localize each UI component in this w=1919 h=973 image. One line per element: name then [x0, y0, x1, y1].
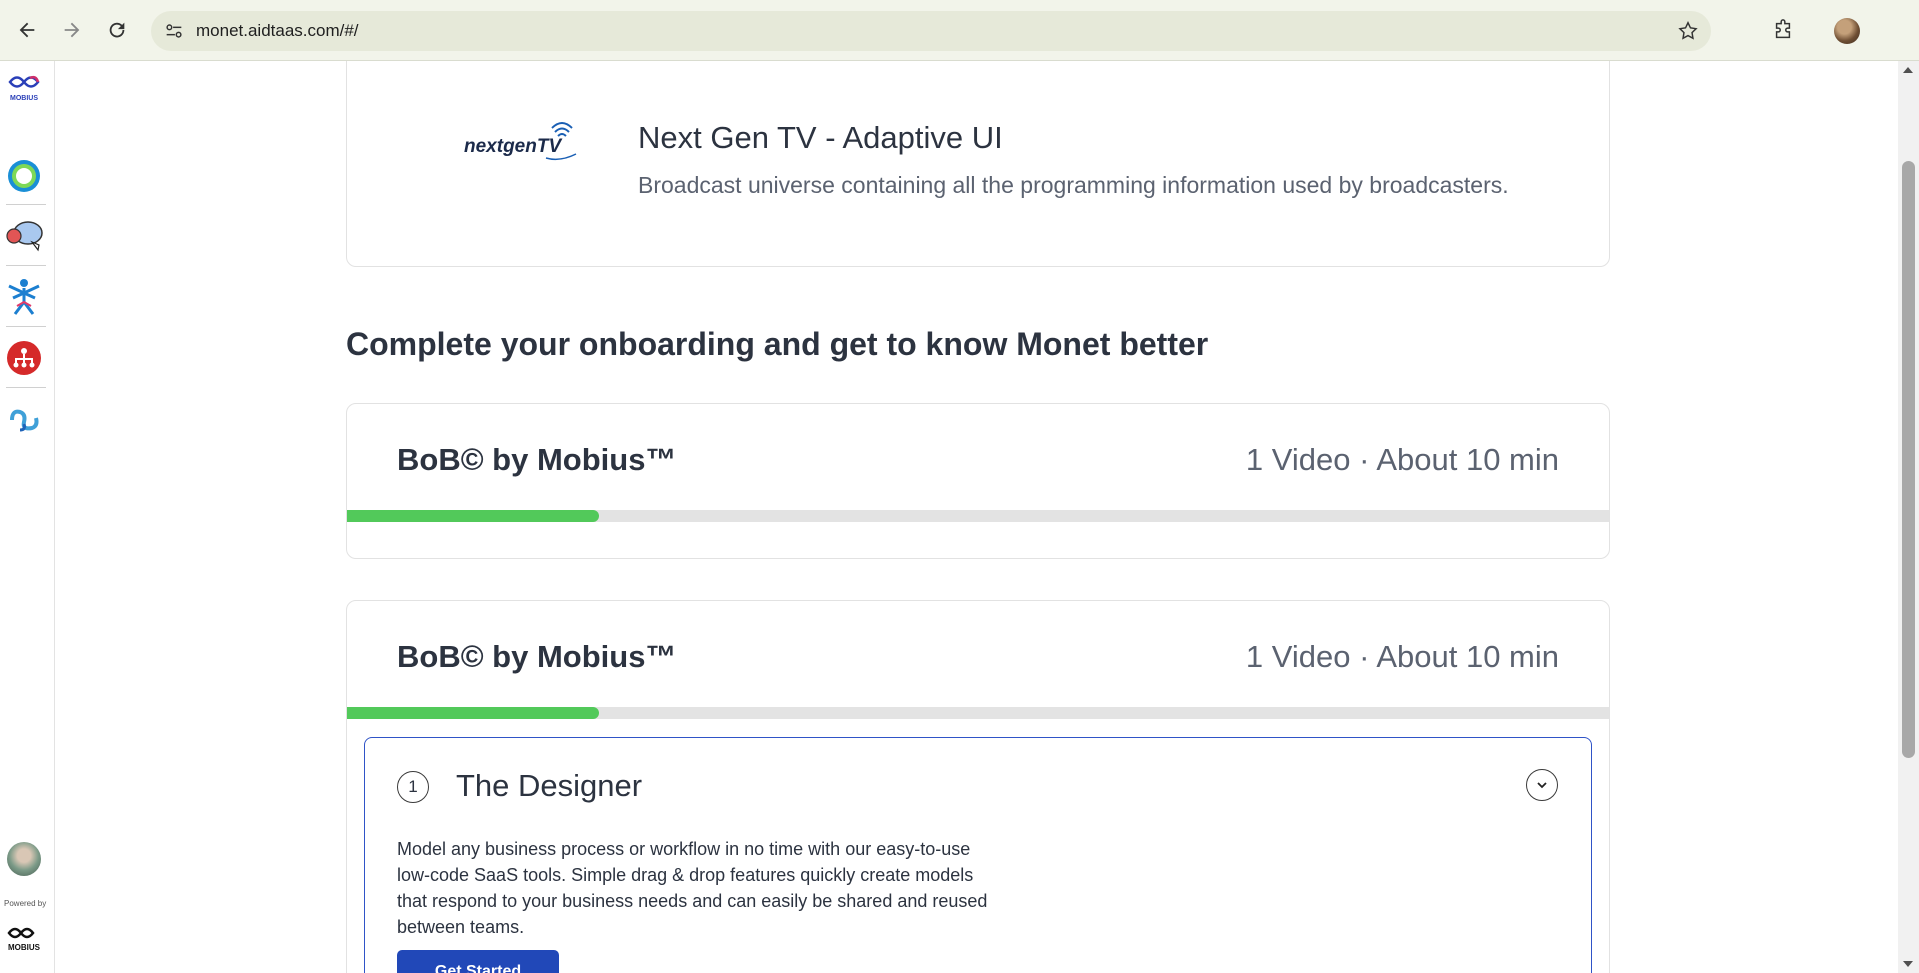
- sidebar-app-loop[interactable]: [4, 398, 44, 438]
- chat-bubbles-icon: [6, 221, 43, 252]
- page-scrollbar[interactable]: [1898, 61, 1919, 973]
- mobius-mark-icon: [7, 927, 35, 939]
- user-avatar[interactable]: [4, 839, 44, 879]
- site-settings-icon[interactable]: [163, 20, 185, 42]
- nextgentv-logo: nextgenTV: [464, 122, 577, 161]
- mobius-footer-text: MOBIUS: [8, 943, 40, 952]
- sidebar-divider: [6, 204, 46, 205]
- course-progress-bar: [347, 707, 1609, 719]
- forward-arrow-icon: [64, 22, 80, 38]
- powered-by-label: Powered by: [4, 899, 47, 908]
- url-text[interactable]: monet.aidtaas.com/#/: [196, 21, 359, 41]
- course-progress-fill: [347, 707, 600, 719]
- forward-button[interactable]: [56, 14, 88, 46]
- course-meta: 1 Video · About 10 min: [1245, 639, 1559, 674]
- featured-title[interactable]: Next Gen TV - Adaptive UI: [638, 120, 1003, 156]
- featured-app-card[interactable]: nextgenTV Next Gen TV - Adaptive UI Broa…: [346, 61, 1610, 267]
- address-bar[interactable]: monet.aidtaas.com/#/: [151, 11, 1711, 51]
- browser-toolbar: monet.aidtaas.com/#/: [0, 0, 1919, 61]
- scroll-up-arrow[interactable]: [1903, 67, 1913, 73]
- scroll-down-arrow[interactable]: [1903, 961, 1913, 967]
- lesson-panel: 1 The Designer Model any business proces…: [364, 737, 1592, 973]
- featured-description: Broadcast universe containing all the pr…: [638, 172, 1509, 198]
- sidebar-divider: [6, 265, 46, 266]
- sidebar-app-ring[interactable]: [4, 156, 44, 196]
- sidebar-app-network[interactable]: [4, 338, 44, 378]
- vitruvian-figure-icon: [8, 279, 40, 315]
- mobius-logo-icon: MOBIUS: [8, 75, 40, 102]
- user-avatar-image: [7, 842, 41, 876]
- course-title: BoB© by Mobius™: [397, 639, 677, 674]
- course-progress-fill: [347, 510, 600, 522]
- sidebar-app-chat[interactable]: [4, 216, 44, 256]
- mobius-home-logo[interactable]: MOBIUS: [4, 67, 44, 107]
- lesson-number-badge: 1: [397, 771, 429, 803]
- svg-text:nextgenTV: nextgenTV: [464, 136, 562, 157]
- main-content: nextgenTV Next Gen TV - Adaptive UI Broa…: [55, 61, 1898, 973]
- mobius-footer-logo: MOBIUS: [4, 923, 44, 952]
- lesson-collapse-button[interactable]: [1526, 769, 1558, 801]
- network-node-icon: [7, 341, 41, 375]
- onboarding-heading: Complete your onboarding and get to know…: [346, 326, 1209, 362]
- course-card[interactable]: BoB© by Mobius™ 1 Video · About 10 min: [346, 403, 1610, 559]
- back-arrow-icon: [19, 22, 35, 38]
- loop-logo-icon: [10, 409, 39, 432]
- app-sidebar: MOBIUS Powered by MOBIUS: [0, 61, 55, 973]
- course-progress-bar: [347, 510, 1609, 522]
- back-button[interactable]: [11, 14, 43, 46]
- profile-avatar[interactable]: [1834, 18, 1860, 44]
- extensions-button[interactable]: [1767, 14, 1799, 46]
- svg-text:MOBIUS: MOBIUS: [10, 95, 38, 102]
- lesson-description: Model any business process or workflow i…: [397, 839, 988, 937]
- chevron-down-icon: [1537, 782, 1547, 789]
- course-meta: 1 Video · About 10 min: [1245, 442, 1559, 477]
- puzzle-icon: [1775, 19, 1791, 39]
- get-started-button[interactable]: Get Started: [397, 950, 559, 973]
- course-title: BoB© by Mobius™: [397, 442, 677, 477]
- bookmark-star-icon[interactable]: [1677, 20, 1699, 42]
- ring-app-icon: [8, 160, 40, 192]
- sidebar-app-figure[interactable]: [4, 276, 44, 316]
- sidebar-divider: [6, 387, 46, 388]
- scroll-thumb[interactable]: [1902, 161, 1915, 758]
- reload-button[interactable]: [101, 14, 133, 46]
- sidebar-divider: [6, 326, 46, 327]
- reload-icon: [109, 22, 125, 38]
- lesson-title[interactable]: The Designer: [456, 768, 642, 804]
